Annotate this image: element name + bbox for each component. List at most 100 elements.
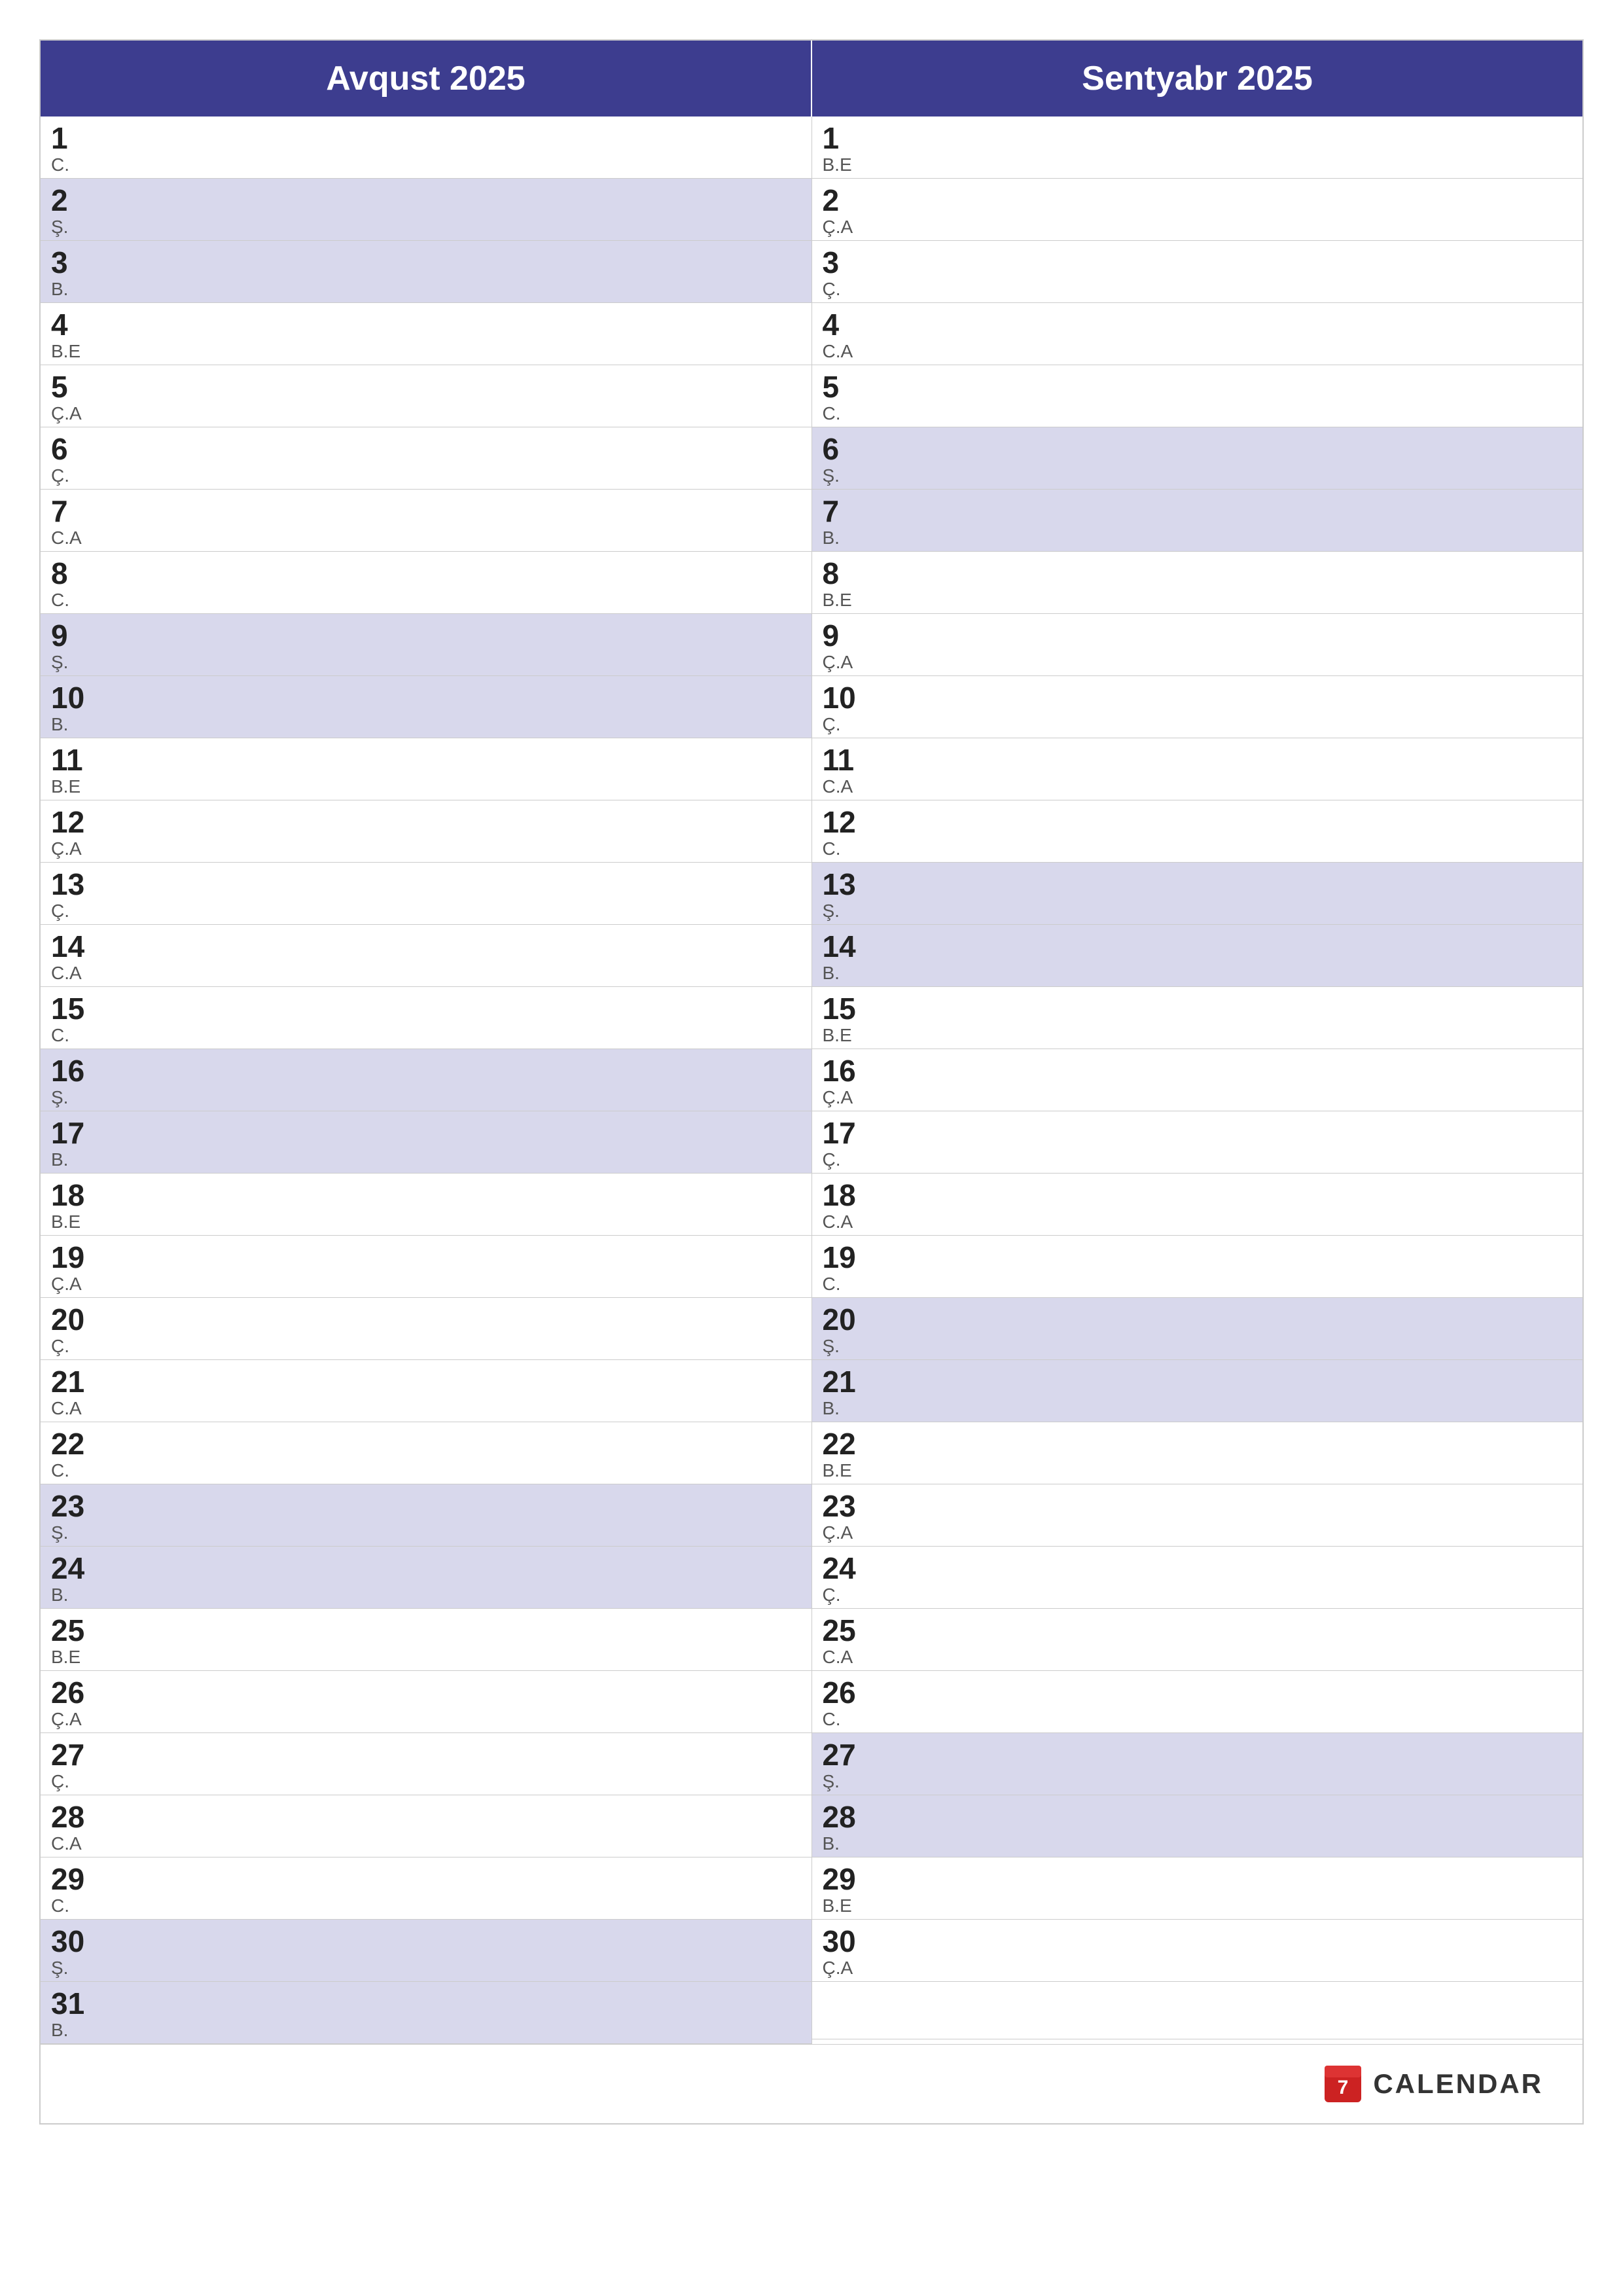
day-number: 16: [823, 1056, 863, 1086]
day-content: [99, 925, 812, 986]
day-content: [871, 1049, 1583, 1111]
day-number: 25: [823, 1615, 863, 1645]
august-day-9: 9 Ş.: [41, 614, 812, 676]
day-abbr: B.: [51, 1585, 92, 1605]
day-number: 9: [823, 620, 863, 651]
day-number: 14: [823, 931, 863, 961]
day-number: 7: [51, 496, 92, 526]
day-number: 1: [51, 123, 92, 153]
day-content: [871, 1422, 1583, 1484]
day-content: [99, 1982, 812, 2043]
september-day-13: 13 Ş.: [812, 863, 1583, 925]
august-day-20: 20 Ç.: [41, 1298, 812, 1360]
day-content: [99, 1236, 812, 1297]
calendar-body: 1 C. 2 Ş. 3 B. 4 B.E 5 Ç: [41, 117, 1582, 2044]
august-day-7: 7 C.A: [41, 490, 812, 552]
august-day-24: 24 B.: [41, 1547, 812, 1609]
september-day-8: 8 B.E: [812, 552, 1583, 614]
header-row: Avqust 2025 Sentyabr 2025: [41, 41, 1582, 117]
september-day-29: 29 B.E: [812, 1857, 1583, 1920]
day-number: 22: [51, 1429, 92, 1459]
day-number: 24: [51, 1553, 92, 1583]
august-day-26: 26 Ç.A: [41, 1671, 812, 1733]
month2-title: Sentyabr 2025: [1082, 60, 1313, 98]
september-day-11: 11 C.A: [812, 738, 1583, 800]
day-number-col: 10 B.: [41, 676, 99, 738]
day-content: [99, 676, 812, 738]
september-day-15: 15 B.E: [812, 987, 1583, 1049]
september-day-26: 26 C.: [812, 1671, 1583, 1733]
logo-area: 7 CALENDAR: [1323, 2064, 1543, 2104]
day-number-col: 9 Ş.: [41, 614, 99, 675]
day-abbr: B.E: [823, 1895, 863, 1916]
day-number: 27: [823, 1740, 863, 1770]
day-abbr: Ç.: [823, 1149, 863, 1170]
day-abbr: B.E: [51, 341, 92, 362]
august-day-29: 29 C.: [41, 1857, 812, 1920]
day-number-col: 4 B.E: [41, 303, 99, 365]
day-number-col: 12 Ç.A: [41, 800, 99, 862]
day-abbr: Ş.: [51, 652, 92, 673]
day-abbr: B.E: [823, 1460, 863, 1481]
august-day-23: 23 Ş.: [41, 1484, 812, 1547]
day-content: [871, 552, 1583, 613]
day-content: [871, 1795, 1583, 1857]
day-number-col: 24 Ç.: [812, 1547, 871, 1608]
august-day-21: 21 C.A: [41, 1360, 812, 1422]
day-content: [871, 241, 1583, 302]
day-number-col: 21 B.: [812, 1360, 871, 1422]
day-abbr: Ş.: [51, 1087, 92, 1108]
september-day-14: 14 B.: [812, 925, 1583, 987]
day-number-col: 11 B.E: [41, 738, 99, 800]
day-number: 11: [51, 745, 92, 775]
day-number-col: 4 C.A: [812, 303, 871, 365]
september-day-20: 20 Ş.: [812, 1298, 1583, 1360]
day-content: [871, 1857, 1583, 1919]
day-abbr: B.: [51, 279, 92, 300]
day-abbr: B.: [823, 1398, 863, 1419]
day-number: 18: [823, 1180, 863, 1210]
day-abbr: Ç.A: [51, 1274, 92, 1295]
day-content: [99, 1609, 812, 1670]
day-content: [99, 303, 812, 365]
day-content: [871, 614, 1583, 675]
day-number-col: 14 B.: [812, 925, 871, 986]
day-number: 2: [51, 185, 92, 215]
day-number: 29: [823, 1864, 863, 1894]
day-content: [871, 1547, 1583, 1608]
day-number-col: 13 Ş.: [812, 863, 871, 924]
september-day-2: 2 Ç.A: [812, 179, 1583, 241]
day-number-col: 2 Ş.: [41, 179, 99, 240]
day-number-col: 20 Ş.: [812, 1298, 871, 1359]
day-number-col: 25 C.A: [812, 1609, 871, 1670]
day-number-col: 15 C.: [41, 987, 99, 1049]
day-number-col: 17 Ç.: [812, 1111, 871, 1173]
day-number: 10: [823, 683, 863, 713]
day-number: 12: [51, 807, 92, 837]
day-number-col: 30 Ç.A: [812, 1920, 871, 1981]
september-column: 1 B.E 2 Ç.A 3 Ç. 4 C.A 5: [812, 117, 1583, 2044]
day-number-col: 18 B.E: [41, 1174, 99, 1235]
day-content: [871, 117, 1583, 178]
day-number: 13: [823, 869, 863, 899]
day-number-col: 15 B.E: [812, 987, 871, 1049]
day-content: [871, 427, 1583, 489]
day-abbr: B.E: [823, 154, 863, 175]
day-content: [99, 863, 812, 924]
day-abbr: Ç.A: [51, 1709, 92, 1730]
month2-header: Sentyabr 2025: [812, 41, 1582, 117]
day-content: [99, 552, 812, 613]
day-number: 10: [51, 683, 92, 713]
day-content: [99, 1174, 812, 1235]
day-number: 23: [823, 1491, 863, 1521]
august-day-28: 28 C.A: [41, 1795, 812, 1857]
day-number-col: 22 B.E: [812, 1422, 871, 1484]
day-content: [99, 1920, 812, 1981]
day-number: 20: [823, 1304, 863, 1335]
day-content: [871, 490, 1583, 551]
day-abbr: B.: [51, 714, 92, 735]
august-day-16: 16 Ş.: [41, 1049, 812, 1111]
day-number: 14: [51, 931, 92, 961]
day-number: 28: [51, 1802, 92, 1832]
day-content: [871, 676, 1583, 738]
